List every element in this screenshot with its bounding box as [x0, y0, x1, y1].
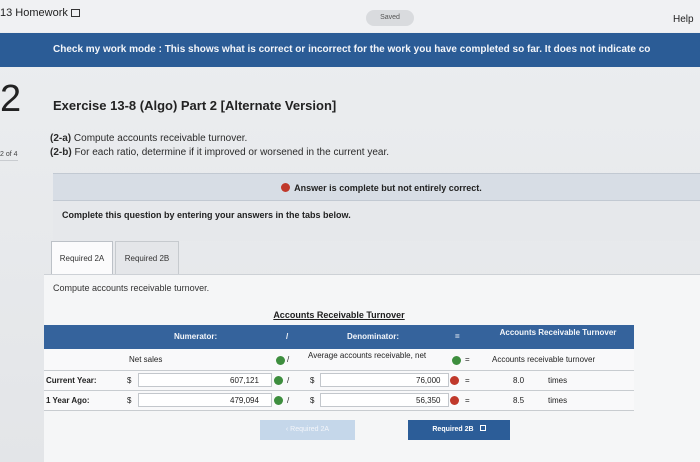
result-value: 8.0 — [513, 376, 525, 385]
currency-sign: $ — [127, 376, 132, 385]
question-number: 2 — [0, 78, 22, 120]
instruction-2b: (2-b) For each ratio, determine if it im… — [50, 147, 389, 158]
table-row: Current Year: $ 607,121 / $ 76,000 = 8.0… — [44, 371, 634, 391]
question-count: 2 of 4 — [0, 151, 18, 158]
panel-caption: Compute accounts receivable turnover. — [53, 283, 210, 293]
exercise-title: Exercise 13-8 (Algo) Part 2 [Alternate V… — [53, 98, 337, 113]
correct-icon — [276, 356, 285, 365]
next-tab-label: Required 2B — [432, 426, 474, 433]
saved-indicator: Saved — [366, 10, 414, 26]
banner-text: Check my work mode : This shows what is … — [53, 44, 651, 55]
correct-icon — [274, 376, 283, 385]
divide-sign: / — [287, 376, 290, 385]
equals-sign: = — [465, 355, 470, 364]
instruction-2a-tag: (2-a) — [50, 133, 72, 144]
currency-sign: $ — [310, 396, 315, 405]
prev-tab-button[interactable]: ‹ Required 2A — [260, 420, 355, 440]
header-equals: = — [455, 332, 460, 341]
tab-required-2a[interactable]: Required 2A — [51, 241, 113, 275]
header-result: Accounts Receivable Turnover — [499, 328, 617, 337]
header-denominator: Denominator: — [347, 332, 399, 341]
currency-sign: $ — [127, 396, 132, 405]
instruction-2a-text: Compute accounts receivable turnover. — [73, 133, 248, 144]
chevron-right-icon — [479, 425, 486, 431]
rail-divider — [0, 160, 18, 161]
table-title: Accounts Receivable Turnover — [273, 310, 405, 320]
incorrect-icon — [450, 396, 459, 405]
row-label: Current Year: — [46, 376, 97, 385]
header-numerator: Numerator: — [174, 332, 218, 341]
correct-icon — [452, 356, 461, 365]
unit-label: times — [548, 396, 568, 405]
denominator-value: 76,000 — [416, 376, 441, 385]
help-link[interactable]: Help — [673, 14, 694, 25]
numerator-label: Net sales — [129, 355, 163, 364]
denominator-value: 56,350 — [416, 396, 441, 405]
incorrect-icon — [281, 183, 290, 192]
instruction-2b-text: For each ratio, determine if it improved… — [74, 147, 390, 158]
instructions-text: Complete this question by entering your … — [62, 210, 351, 220]
numerator-value: 479,094 — [230, 396, 259, 405]
equals-sign: = — [465, 396, 470, 405]
external-link-icon[interactable] — [70, 9, 80, 17]
unit-label: times — [548, 376, 568, 385]
correct-icon — [274, 396, 283, 405]
numerator-value: 607,121 — [230, 376, 259, 385]
incorrect-icon — [450, 376, 459, 385]
next-tab-button[interactable]: Required 2B — [408, 420, 510, 440]
prev-tab-label: Required 2A — [290, 426, 330, 433]
header-divide: / — [286, 332, 289, 341]
instruction-2b-tag: (2-b) — [50, 147, 72, 158]
table-header: Numerator: / Denominator: = Accounts Rec… — [44, 325, 634, 349]
tab-required-2b[interactable]: Required 2B — [115, 241, 179, 275]
divide-sign: / — [287, 355, 290, 364]
result-value: 8.5 — [513, 396, 525, 405]
currency-sign: $ — [310, 376, 315, 385]
ar-turnover-table: Accounts Receivable Turnover Numerator: … — [44, 310, 634, 413]
equals-sign: = — [465, 376, 470, 385]
tab-panel: Compute accounts receivable turnover. Ac… — [44, 274, 700, 462]
table-row: 1 Year Ago: $ 479,094 / $ 56,350 = 8.5 t… — [44, 391, 634, 411]
divide-sign: / — [287, 396, 290, 405]
check-work-banner: Check my work mode : This shows what is … — [0, 33, 700, 67]
denominator-label: Average accounts receivable, net — [308, 351, 427, 360]
row-label: 1 Year Ago: — [46, 396, 90, 405]
assignment-title[interactable]: 13 Homework — [0, 7, 80, 19]
instruction-2a: (2-a) Compute accounts receivable turnov… — [50, 133, 247, 144]
instructions-box: Complete this question by entering your … — [53, 201, 700, 241]
answer-status-box: Answer is complete but not entirely corr… — [53, 173, 700, 201]
formula-label-row: Net sales / Average accounts receivable,… — [44, 349, 634, 371]
answer-status: Answer is complete but not entirely corr… — [281, 183, 482, 193]
answer-status-text: Answer is complete but not entirely corr… — [294, 183, 482, 193]
result-label: Accounts receivable turnover — [492, 355, 596, 364]
assignment-title-text: 13 Homework — [0, 7, 68, 19]
top-bar: 13 Homework Saved Help — [0, 0, 700, 32]
